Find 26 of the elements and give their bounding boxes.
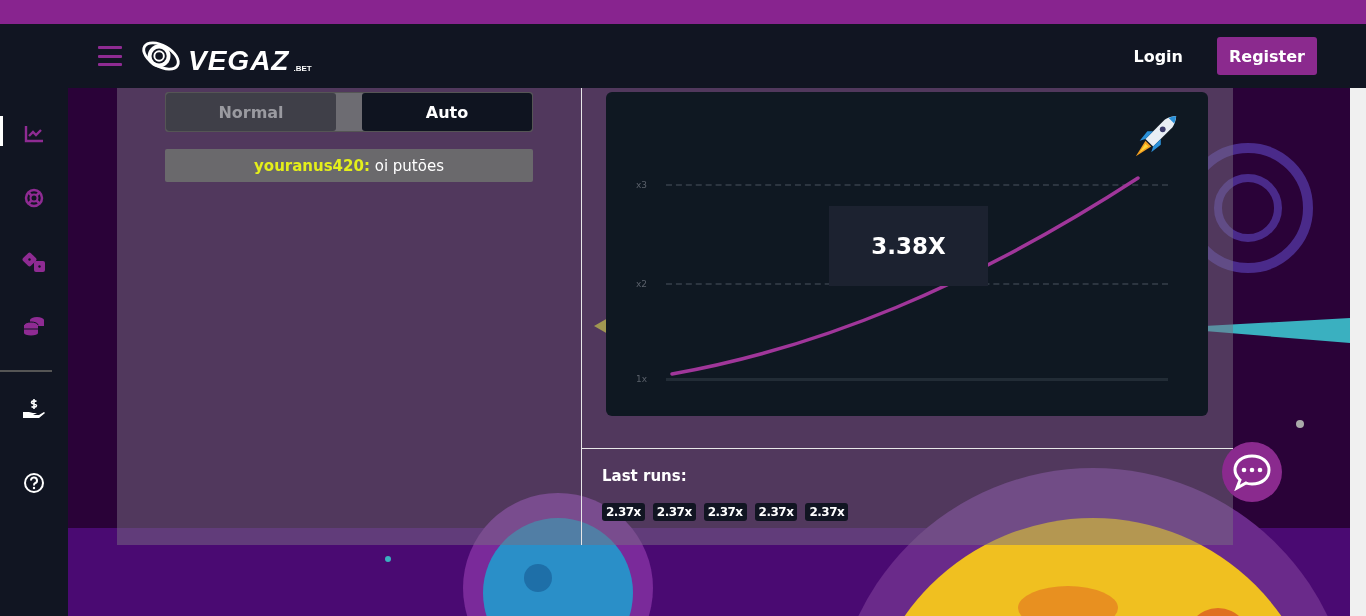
run-result-tag: 2.37x [754, 503, 798, 521]
hand-dollar-icon[interactable] [22, 398, 46, 420]
run-result-tag: 2.37x [652, 503, 696, 521]
axis-tick-label: 1x [636, 374, 648, 384]
chart-icon[interactable] [24, 125, 44, 143]
section-title: Last runs: [602, 467, 688, 485]
register-button[interactable]: Register [1216, 37, 1317, 75]
mode-tab[interactable]: Normal [166, 93, 336, 131]
axis-tick-label: x2 [636, 279, 648, 289]
run-result-tag: 2.37x [602, 503, 645, 521]
login-link[interactable]: Login [1133, 46, 1183, 66]
logo-wordmark: VEGAZ [188, 47, 290, 75]
run-result-tag: 2.37x [703, 503, 747, 521]
axis-tick-label: x3 [636, 180, 648, 190]
lifebuoy-icon[interactable] [24, 188, 44, 208]
run-result-tag: 2.37x [805, 503, 849, 521]
menu-icon[interactable] [98, 46, 122, 66]
help-icon[interactable] [23, 472, 45, 494]
selected-indicator [0, 116, 3, 146]
chat-bubble-icon [1232, 453, 1272, 491]
chat-message: youranus420: oi putões [165, 149, 533, 182]
logo-suffix: .BET [293, 64, 312, 73]
coins-icon[interactable] [23, 316, 45, 336]
mode-tab[interactable]: Auto [362, 93, 532, 131]
multiplier-display: 3.38X [829, 206, 988, 286]
dice-icon[interactable] [21, 251, 47, 273]
